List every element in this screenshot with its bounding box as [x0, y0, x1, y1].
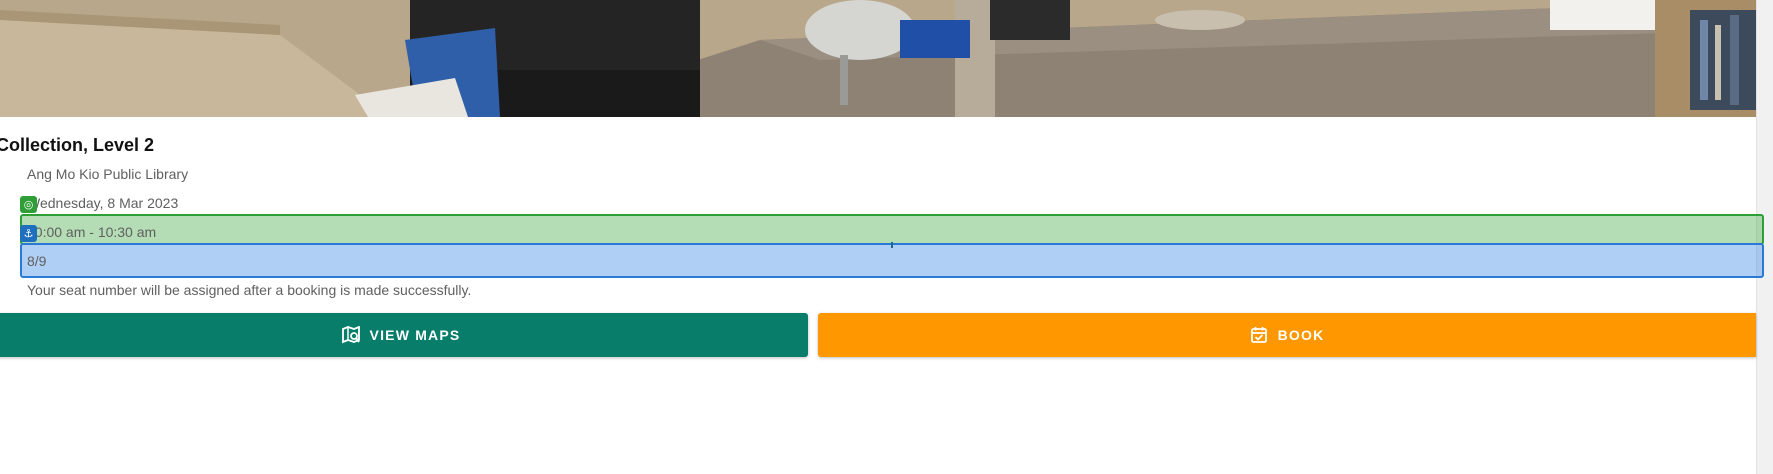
calendar-check-icon — [1250, 326, 1268, 344]
seat-assignment-note: Your seat number will be assigned after … — [27, 282, 472, 298]
target-icon: ◎ — [20, 196, 37, 213]
booking-date: Wednesday, 8 Mar 2023 — [27, 195, 179, 211]
booking-time[interactable]: 10:00 am - 10:30 am — [27, 224, 156, 240]
book-button[interactable]: BOOK — [818, 313, 1756, 357]
view-maps-label: VIEW MAPS — [369, 327, 461, 343]
seats-highlight-box — [20, 243, 1764, 278]
seat-availability[interactable]: 8/9 — [27, 253, 46, 269]
highlight-divider-tick — [891, 242, 893, 248]
hero-photo — [0, 0, 1756, 117]
venue-title: Collection, Level 2 — [0, 135, 155, 155]
book-label: BOOK — [1277, 327, 1325, 343]
map-search-icon — [341, 325, 360, 344]
library-name: Ang Mo Kio Public Library — [27, 166, 189, 182]
time-highlight-box — [20, 214, 1764, 245]
view-maps-button[interactable]: VIEW MAPS — [0, 313, 808, 357]
anchor-icon: ⚓ — [20, 225, 37, 242]
